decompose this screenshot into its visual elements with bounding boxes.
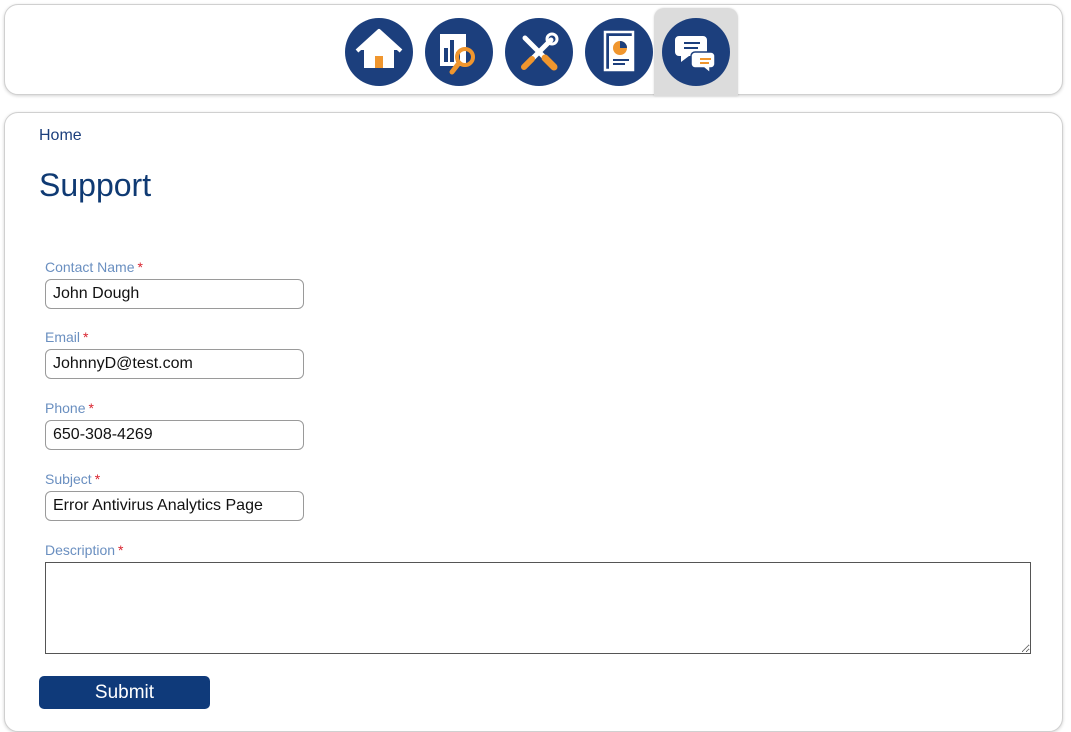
nav-item-analytics (417, 9, 501, 97)
required-mark: * (83, 329, 89, 345)
email-label: Email * (45, 329, 89, 345)
required-mark: * (137, 259, 143, 275)
contact-name-input[interactable] (45, 279, 304, 309)
nav-item-support (654, 8, 738, 96)
email-input[interactable] (45, 349, 304, 379)
contact-name-field: Contact Name * (45, 259, 304, 309)
description-field: Description * (45, 542, 1031, 654)
email-field: Email * (45, 329, 304, 379)
subject-input[interactable] (45, 491, 304, 521)
chat-support-icon (675, 36, 716, 75)
reports-button[interactable] (585, 18, 653, 86)
support-button[interactable] (662, 18, 730, 86)
required-mark: * (88, 400, 94, 416)
report-chart-icon (603, 30, 635, 72)
submit-button[interactable]: Submit (39, 676, 210, 709)
subject-label: Subject * (45, 471, 101, 487)
nav-item-reports (577, 9, 661, 97)
analytics-search-icon (440, 34, 475, 75)
content-panel: Home Support Contact Name* Email* Phone*… (4, 112, 1063, 732)
description-label: Description * (45, 542, 124, 558)
tools-icon (521, 32, 559, 71)
phone-field: Phone * (45, 400, 304, 450)
description-textarea[interactable] (45, 562, 1031, 654)
required-mark: * (94, 471, 101, 487)
required-mark: * (118, 542, 124, 558)
nav-item-tools (497, 9, 581, 97)
page-title: Support (39, 167, 152, 203)
contact-name-label: Contact Name * (45, 259, 143, 275)
nav-item-home (337, 9, 421, 97)
home-button[interactable] (345, 18, 413, 86)
breadcrumb-home-link[interactable]: Home (39, 127, 82, 145)
tools-button[interactable] (505, 18, 573, 86)
analytics-button[interactable] (425, 18, 493, 86)
subject-field: Subject * (45, 471, 304, 521)
phone-label: Phone * (45, 400, 94, 416)
top-nav-bar (4, 4, 1063, 97)
phone-input[interactable] (45, 420, 304, 450)
home-icon (355, 29, 403, 68)
